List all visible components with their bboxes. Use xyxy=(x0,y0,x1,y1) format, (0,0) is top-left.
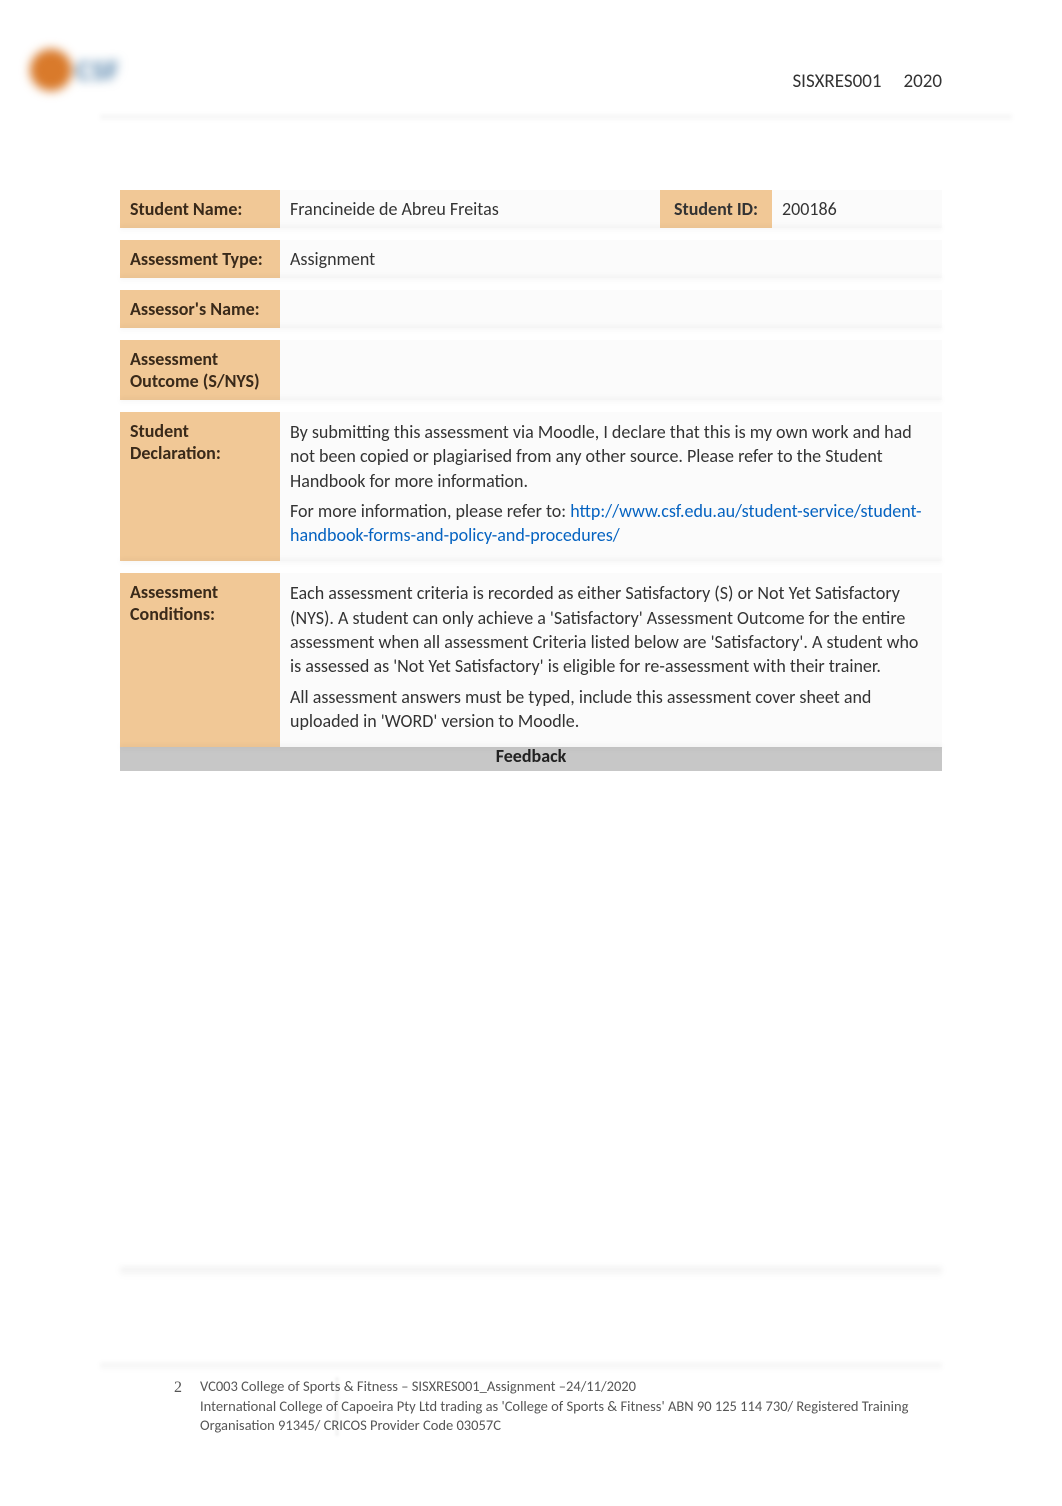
page: CSF SISXRES001 2020 Student Name: Franci… xyxy=(0,0,1062,1506)
logo-text: CSF xyxy=(76,53,120,88)
row-assessment-outcome: Assessment Outcome (S/NYS) xyxy=(120,340,942,400)
label-student-name: Student Name: xyxy=(120,190,280,228)
logo: CSF xyxy=(30,40,160,100)
student-id-value: 200186 xyxy=(782,198,932,220)
cover-sheet: Student Name: Francineide de Abreu Freit… xyxy=(120,190,942,1271)
student-name-value: Francineide de Abreu Freitas xyxy=(290,198,660,220)
label-assessor-name: Assessor's Name: xyxy=(120,290,280,328)
label-assessment-outcome: Assessment Outcome (S/NYS) xyxy=(120,340,280,400)
footer-line-1: VC003 College of Sports & Fitness – SISX… xyxy=(200,1377,942,1397)
row-assessment-conditions: Assessment Conditions: Each assessment c… xyxy=(120,573,942,747)
declaration-prefix: For more information, please refer to: xyxy=(290,500,570,522)
declaration-text-2: For more information, please refer to: h… xyxy=(290,499,932,548)
value-student-name: Francineide de Abreu Freitas Student ID:… xyxy=(280,190,942,228)
footer-text: VC003 College of Sports & Fitness – SISX… xyxy=(200,1377,942,1436)
row-student-declaration: Student Declaration: By submitting this … xyxy=(120,412,942,561)
footer-line-2: International College of Capoeira Pty Lt… xyxy=(200,1397,942,1436)
value-assessment-conditions: Each assessment criteria is recorded as … xyxy=(280,573,942,747)
declaration-text-1: By submitting this assessment via Moodle… xyxy=(290,420,932,493)
value-assessment-outcome xyxy=(280,340,942,400)
label-student-declaration: Student Declaration: xyxy=(120,412,280,561)
label-student-id: Student ID: xyxy=(660,190,772,228)
year: 2020 xyxy=(903,70,942,93)
header-divider xyxy=(100,115,1012,121)
row-student-name: Student Name: Francineide de Abreu Freit… xyxy=(120,190,942,228)
unit-code: SISXRES001 xyxy=(792,70,881,93)
footer-divider xyxy=(335,1377,339,1436)
row-assessment-type: Assessment Type: Assignment xyxy=(120,240,942,278)
row-assessor-name: Assessor's Name: xyxy=(120,290,942,328)
page-footer: 2 VC003 College of Sports & Fitness – SI… xyxy=(160,1377,942,1436)
logo-icon xyxy=(30,49,72,91)
label-assessment-conditions: Assessment Conditions: xyxy=(120,573,280,747)
value-student-declaration: By submitting this assessment via Moodle… xyxy=(280,412,942,561)
conditions-text-2: All assessment answers must be typed, in… xyxy=(290,685,932,734)
label-assessment-type: Assessment Type: xyxy=(120,240,280,278)
value-assessor-name xyxy=(280,290,942,328)
header-right: SISXRES001 2020 xyxy=(792,70,942,93)
page-header: CSF SISXRES001 2020 xyxy=(120,30,942,120)
value-assessment-type: Assignment xyxy=(280,240,942,278)
page-number: 2 xyxy=(160,1377,182,1436)
conditions-text-1: Each assessment criteria is recorded as … xyxy=(290,581,932,678)
feedback-box xyxy=(120,771,942,1271)
